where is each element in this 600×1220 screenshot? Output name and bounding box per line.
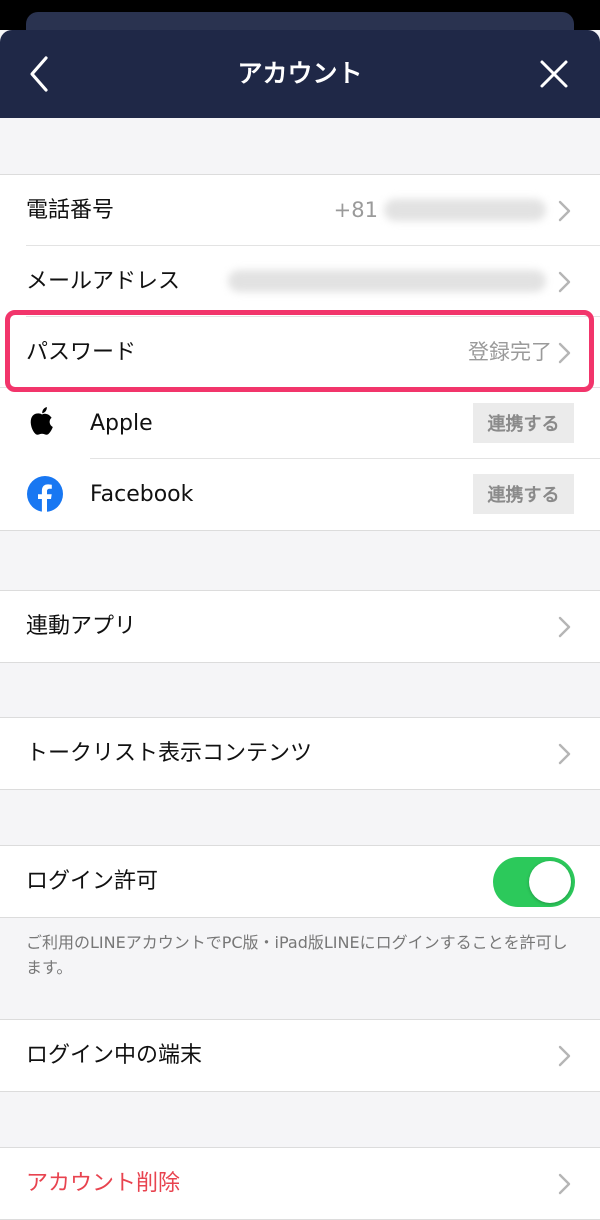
login-permission-section: ログイン許可 xyxy=(0,845,600,918)
email-label: メールアドレス xyxy=(26,269,181,294)
back-button[interactable] xyxy=(20,54,60,94)
linked-apps-row[interactable]: 連動アプリ xyxy=(0,591,600,662)
apple-link-button[interactable]: 連携する xyxy=(473,403,574,443)
apple-row: Apple 連携する xyxy=(0,388,600,459)
apple-icon xyxy=(30,407,53,435)
email-row[interactable]: メールアドレス xyxy=(0,246,600,317)
facebook-row: Facebook 連携する xyxy=(0,459,600,530)
login-permission-toggle[interactable] xyxy=(493,857,575,907)
linked-apps-section: 連動アプリ xyxy=(0,590,600,663)
phone-number-row[interactable]: 電話番号 +81 xyxy=(0,175,600,246)
phone-number-blurred xyxy=(384,199,546,221)
email-blurred xyxy=(228,270,546,292)
password-row[interactable]: パスワード 登録完了 xyxy=(0,317,600,388)
chevron-right-icon xyxy=(558,271,571,293)
talk-list-content-label: トークリスト表示コンテンツ xyxy=(26,741,313,766)
chevron-left-icon xyxy=(30,56,48,92)
phone-number-label: 電話番号 xyxy=(26,198,115,223)
toggle-knob xyxy=(529,861,571,903)
login-devices-label: ログイン中の端末 xyxy=(26,1043,203,1068)
talk-list-section: トークリスト表示コンテンツ xyxy=(0,717,600,790)
apple-label: Apple xyxy=(90,411,153,436)
close-icon xyxy=(540,60,568,88)
login-permission-note: ご利用のLINEアカウントでPC版・iPad版LINEにログインすることを許可し… xyxy=(26,933,568,977)
chevron-right-icon xyxy=(558,743,571,765)
phone-number-prefix: +81 xyxy=(333,198,378,222)
account-info-section: 電話番号 +81 メールアドレス パスワード 登録完了 Apple 連携する F… xyxy=(0,174,600,531)
delete-account-row[interactable]: アカウント削除 xyxy=(0,1148,600,1219)
login-permission-label: ログイン許可 xyxy=(26,869,159,894)
delete-account-label: アカウント削除 xyxy=(26,1171,181,1196)
login-permission-row: ログイン許可 xyxy=(0,846,600,917)
chevron-right-icon xyxy=(558,1173,571,1195)
chevron-right-icon xyxy=(558,342,571,364)
linked-apps-label: 連動アプリ xyxy=(26,614,137,639)
chevron-right-icon xyxy=(558,1045,571,1067)
password-status: 登録完了 xyxy=(468,340,552,364)
nav-header: アカウント xyxy=(0,30,600,118)
page-title: アカウント xyxy=(237,59,363,88)
talk-list-content-row[interactable]: トークリスト表示コンテンツ xyxy=(0,718,600,789)
login-devices-section: ログイン中の端末 xyxy=(0,1019,600,1092)
login-devices-row[interactable]: ログイン中の端末 xyxy=(0,1020,600,1091)
close-button[interactable] xyxy=(534,54,574,94)
facebook-icon xyxy=(27,476,63,512)
facebook-label: Facebook xyxy=(90,482,194,507)
facebook-link-button[interactable]: 連携する xyxy=(473,474,574,514)
password-label: パスワード xyxy=(26,340,137,365)
delete-account-section: アカウント削除 xyxy=(0,1147,600,1220)
chevron-right-icon xyxy=(558,200,571,222)
chevron-right-icon xyxy=(558,616,571,638)
